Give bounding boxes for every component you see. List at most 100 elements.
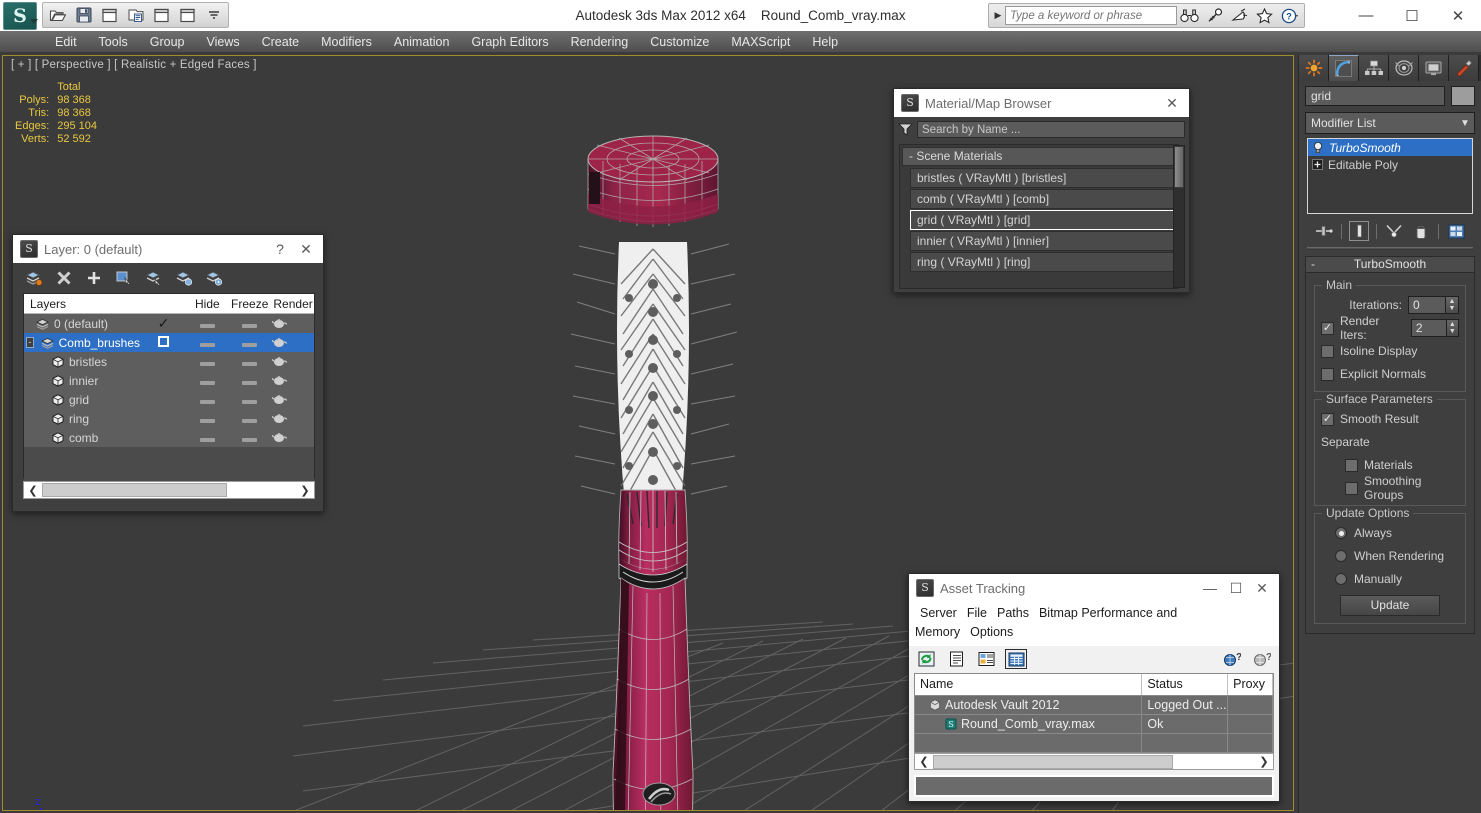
- layer-current-cell[interactable]: ✓: [140, 315, 188, 332]
- create-new-layer-icon[interactable]: [23, 267, 44, 288]
- object-name-field[interactable]: grid: [1305, 86, 1445, 106]
- configure-modifier-sets-icon[interactable]: [1446, 221, 1466, 241]
- motion-tab[interactable]: [1389, 55, 1419, 81]
- menu-item-edit[interactable]: Edit: [44, 31, 88, 53]
- explicit-normals-checkbox[interactable]: [1321, 367, 1334, 381]
- separate-materials-checkbox[interactable]: [1345, 458, 1358, 472]
- scroll-thumb[interactable]: [42, 483, 227, 497]
- quick-access-more-icon[interactable]: [202, 5, 225, 26]
- asset-tracking-window[interactable]: S Asset Tracking — ☐ ✕ Server File Paths Bi…: [908, 573, 1280, 802]
- scroll-right-icon[interactable]: ❯: [296, 484, 314, 497]
- layer-render-cell[interactable]: [272, 394, 314, 405]
- add-selection-to-layer-icon[interactable]: [83, 267, 104, 288]
- layer-hide-cell[interactable]: [187, 431, 227, 445]
- layer-freeze-cell[interactable]: [227, 355, 272, 369]
- menu-item-modifiers[interactable]: Modifiers: [310, 31, 383, 53]
- turbosmooth-rollout-header[interactable]: - TurboSmooth: [1305, 256, 1475, 273]
- satellite-dish-icon[interactable]: [1227, 4, 1252, 27]
- close-button[interactable]: ✕: [1435, 0, 1481, 31]
- layer-hide-cell[interactable]: [187, 412, 227, 426]
- layer-freeze-cell[interactable]: [227, 317, 272, 331]
- binoculars-icon[interactable]: [1177, 4, 1202, 27]
- minimize-button[interactable]: —: [1343, 0, 1389, 31]
- asset-scroll-thumb[interactable]: [933, 754, 1173, 769]
- remove-modifier-icon[interactable]: [1411, 221, 1431, 241]
- layer-row[interactable]: ring: [24, 409, 314, 428]
- update-manually-radio[interactable]: [1335, 573, 1347, 585]
- highlight-selected-objects-layer-icon[interactable]: [143, 267, 164, 288]
- layer-current-cell[interactable]: [140, 335, 188, 350]
- refresh-icon[interactable]: [915, 649, 937, 669]
- display-tab[interactable]: [1419, 55, 1449, 81]
- modifier-stack[interactable]: TurboSmooth Editable Poly: [1307, 138, 1473, 214]
- menu-item-create[interactable]: Create: [251, 31, 311, 53]
- rollout-collapse-icon[interactable]: -: [1311, 257, 1315, 272]
- object-color-swatch[interactable]: [1451, 86, 1475, 106]
- update-when-rendering-radio[interactable]: [1335, 550, 1347, 562]
- layer-render-cell[interactable]: [272, 432, 314, 443]
- material-item[interactable]: innier ( VRayMtl ) [innier]: [910, 231, 1175, 251]
- 3dsmax-logo-icon[interactable]: S: [3, 2, 37, 30]
- menu-item-animation[interactable]: Animation: [383, 31, 461, 53]
- scroll-left-icon[interactable]: ❮: [24, 484, 42, 497]
- layer-hide-cell[interactable]: [188, 336, 228, 350]
- menu-item-maxscript[interactable]: MAXScript: [720, 31, 801, 53]
- asset-row[interactable]: S Round_Comb_vray.max Ok: [915, 714, 1273, 734]
- utilities-tab[interactable]: [1449, 55, 1479, 81]
- app-menu-caret-icon[interactable]: [30, 19, 38, 24]
- material-item[interactable]: grid ( VRayMtl ) [grid]: [910, 210, 1175, 230]
- star-icon[interactable]: [1252, 4, 1277, 27]
- layer-window[interactable]: S Layer: 0 (default) ? ✕ Layers Hide Fre…: [12, 234, 324, 512]
- asset-scroll-left-icon[interactable]: ❮: [915, 755, 933, 768]
- asset-maximize-button[interactable]: ☐: [1223, 575, 1249, 601]
- menu-item-graph-editors[interactable]: Graph Editors: [460, 31, 559, 53]
- import-icon[interactable]: [124, 5, 147, 26]
- layer-freeze-cell[interactable]: [227, 412, 272, 426]
- update-always-radio[interactable]: [1335, 527, 1347, 539]
- modifier-stack-item[interactable]: Editable Poly: [1308, 156, 1472, 173]
- select-objects-in-layer-icon[interactable]: [113, 267, 134, 288]
- asset-menu-options[interactable]: Options: [965, 625, 1018, 639]
- hierarchy-tab[interactable]: [1359, 55, 1389, 81]
- menu-item-help[interactable]: Help: [801, 31, 849, 53]
- material-map-browser-window[interactable]: S Material/Map Browser ✕ Search by Name …: [893, 88, 1190, 293]
- key-icon[interactable]: [1202, 4, 1227, 27]
- material-item[interactable]: bristles ( VRayMtl ) [bristles]: [910, 168, 1175, 188]
- create-tab[interactable]: [1299, 55, 1329, 81]
- material-browser-close-button[interactable]: ✕: [1159, 90, 1185, 116]
- menu-item-rendering[interactable]: Rendering: [560, 31, 640, 53]
- grid-view-icon[interactable]: [1005, 649, 1027, 669]
- layer-hide-cell[interactable]: [187, 374, 227, 388]
- filter-dropdown-icon[interactable]: [898, 122, 913, 136]
- infocenter-caret-icon[interactable]: ▶: [991, 10, 1005, 21]
- round-brush-model[interactable]: [563, 134, 743, 811]
- show-end-result-icon[interactable]: [1349, 221, 1369, 241]
- help-question-icon[interactable]: ?: [1277, 4, 1302, 27]
- delete-layer-icon[interactable]: [53, 267, 74, 288]
- material-list[interactable]: - Scene Materials bristles ( VRayMtl ) […: [899, 144, 1179, 289]
- layer-close-button[interactable]: ✕: [293, 236, 319, 262]
- smooth-result-checkbox[interactable]: ✓: [1321, 412, 1334, 426]
- iterations-field[interactable]: 0: [1408, 296, 1446, 314]
- update-when-rendering-row[interactable]: When Rendering: [1321, 546, 1459, 566]
- separate-smoothing-groups-checkbox[interactable]: [1345, 481, 1358, 495]
- new-scene-icon[interactable]: [98, 5, 121, 26]
- update-always-row[interactable]: Always: [1321, 523, 1459, 543]
- set-current-layer-icon[interactable]: [173, 267, 194, 288]
- render-iters-spinner[interactable]: ▲ ▼: [1446, 319, 1459, 337]
- layer-render-cell[interactable]: [272, 413, 314, 424]
- open-file-icon[interactable]: [46, 5, 69, 26]
- layer-freeze-cell[interactable]: [227, 393, 272, 407]
- scene-materials-group[interactable]: - Scene Materials: [902, 147, 1176, 166]
- modifier-list-dropdown[interactable]: Modifier List ▼: [1305, 112, 1475, 134]
- layer-render-cell[interactable]: [272, 318, 314, 329]
- layer-list[interactable]: Layers Hide Freeze Render 0 (default) ✓ - C…: [23, 293, 315, 493]
- asset-table[interactable]: Name Status Proxy Autodesk Vault 2012 Log…: [914, 673, 1274, 753]
- asset-close-button[interactable]: ✕: [1249, 575, 1275, 601]
- render-iters-checkbox[interactable]: ✓: [1321, 321, 1334, 335]
- layer-row[interactable]: 0 (default) ✓: [24, 314, 314, 333]
- layer-horizontal-scrollbar[interactable]: ❮ ❯: [23, 481, 315, 499]
- redo-icon[interactable]: [176, 5, 199, 26]
- layer-hide-cell[interactable]: [187, 355, 227, 369]
- list-view-icon[interactable]: [945, 649, 967, 669]
